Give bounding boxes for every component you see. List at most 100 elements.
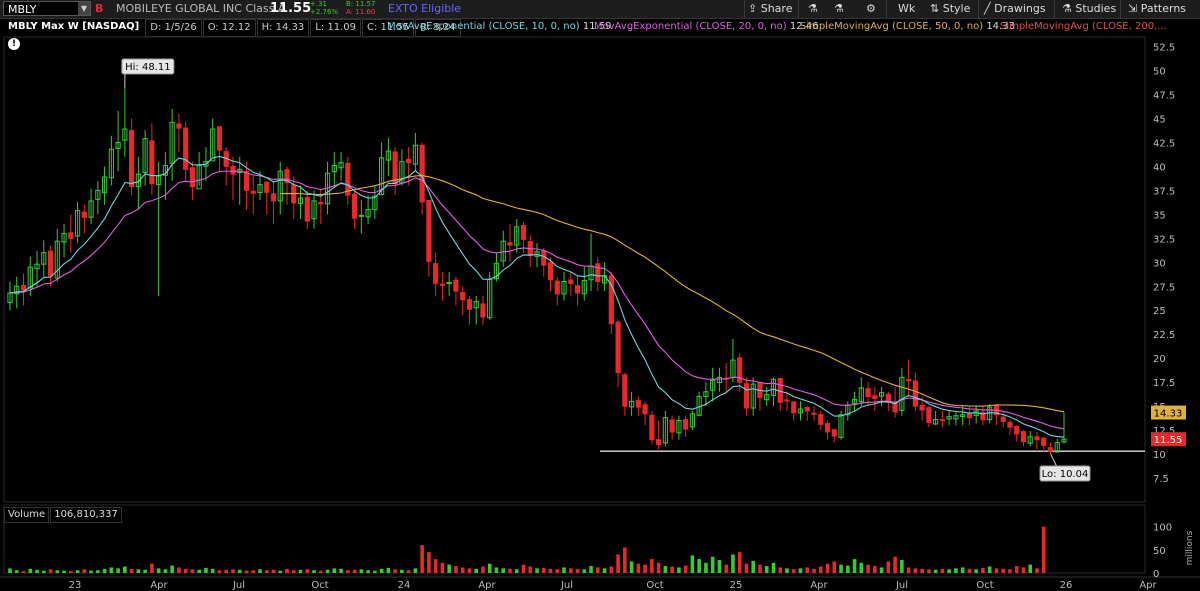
volume-bar xyxy=(717,560,722,573)
volume-bar xyxy=(886,561,891,573)
volume-bar xyxy=(494,567,499,573)
price-tick-label: 10 xyxy=(1153,450,1166,461)
volume-bar xyxy=(1035,568,1039,573)
volume-bar xyxy=(69,571,73,573)
volume-bar xyxy=(967,568,972,573)
volume-bar xyxy=(393,569,397,573)
volume-bar xyxy=(879,567,884,573)
candle-body xyxy=(149,140,155,185)
volume-bar xyxy=(1008,569,1012,573)
time-tick-label: Jul xyxy=(560,580,573,591)
volume-bar xyxy=(460,567,465,573)
candle-body xyxy=(906,379,912,382)
candle-body xyxy=(264,181,270,193)
candle-body xyxy=(358,214,364,217)
volume-bar xyxy=(359,569,364,573)
price-tick-label: 22.5 xyxy=(1153,330,1175,341)
volume-bar xyxy=(339,568,343,573)
volume-bar xyxy=(778,567,783,573)
time-tick-label: 24 xyxy=(398,580,411,591)
volume-bar xyxy=(825,563,830,573)
candle-body xyxy=(547,262,554,281)
volume-bar xyxy=(1028,564,1033,573)
volume-bar xyxy=(960,567,965,573)
candle-body xyxy=(541,250,547,266)
candle-body xyxy=(926,407,932,423)
volume-bar xyxy=(636,563,641,573)
candle-body xyxy=(622,374,628,407)
volume-bar xyxy=(217,570,222,573)
volume-bar xyxy=(913,568,918,573)
volume-bar xyxy=(427,552,431,573)
volume-bar xyxy=(210,568,215,573)
price-tick-label: 52.5 xyxy=(1153,43,1175,54)
volume-bar xyxy=(8,568,12,573)
volume-bar xyxy=(190,569,195,573)
volume-bar xyxy=(305,569,310,573)
volume-bar xyxy=(548,568,553,573)
volume-bar xyxy=(947,569,951,573)
volume-bar xyxy=(845,565,850,573)
candle-body xyxy=(392,151,398,185)
price-tick-label: 50 xyxy=(1153,67,1166,78)
candle-body xyxy=(831,429,837,437)
price-tick-label: 32.5 xyxy=(1153,234,1175,245)
candle-body xyxy=(433,263,439,284)
volume-bar xyxy=(231,569,235,573)
volume-bar xyxy=(89,570,93,573)
volume-unit-label: millions xyxy=(1185,530,1195,565)
volume-bar xyxy=(582,569,587,573)
volume-bar xyxy=(325,569,330,573)
candle-body xyxy=(426,199,432,262)
volume-bar xyxy=(906,567,911,573)
price-tick-label: 25 xyxy=(1153,306,1166,317)
volume-bar xyxy=(690,555,695,573)
volume-bar xyxy=(589,566,593,573)
volume-bar xyxy=(1014,566,1019,573)
volume-bar xyxy=(839,564,843,573)
volume-bar xyxy=(974,569,978,573)
time-tick-label: Apr xyxy=(150,580,168,591)
time-tick-label: Jul xyxy=(232,580,245,591)
candle-body xyxy=(47,250,54,277)
volume-bar xyxy=(487,563,492,573)
candle-body xyxy=(574,285,581,294)
candle-body xyxy=(250,190,256,194)
volume-bar xyxy=(994,568,999,573)
volume-bar xyxy=(670,566,674,573)
volume-bar xyxy=(400,569,404,573)
volume-bar xyxy=(859,562,864,573)
volume-bar xyxy=(123,566,127,573)
volume-bar xyxy=(291,570,296,573)
price-chart[interactable]: 52.5 50 47.5 45 42.5 40 37.5 35 32.5 30 27.5 25 22.5… xyxy=(0,0,1200,591)
candle-body xyxy=(615,321,621,374)
volume-bar xyxy=(893,556,897,573)
candle-body xyxy=(230,165,236,175)
volume-bar xyxy=(413,568,418,573)
candle-body xyxy=(642,404,648,415)
sma50-price-text: 14.33 xyxy=(1154,409,1183,420)
volume-bar xyxy=(258,569,262,573)
price-tick-label: 37.5 xyxy=(1153,186,1175,197)
volume-bar xyxy=(136,569,141,573)
volume-bar xyxy=(751,560,756,573)
volume-bar xyxy=(251,570,256,573)
volume-bar xyxy=(683,565,688,573)
candle-body xyxy=(406,158,412,164)
volume-bar xyxy=(156,568,161,573)
candle-body xyxy=(216,126,223,151)
volume-bar xyxy=(197,569,201,573)
volume-bar xyxy=(177,567,181,573)
candle-body xyxy=(129,130,135,188)
volume-bar xyxy=(102,568,107,573)
volume-bar xyxy=(1041,526,1046,573)
volume-bar xyxy=(129,568,134,573)
volume-bar xyxy=(704,562,708,573)
time-tick-label: Apr xyxy=(810,580,828,591)
volume-bar xyxy=(873,566,877,573)
candle-body xyxy=(453,279,459,292)
volume-bar xyxy=(109,567,114,573)
ema20-line xyxy=(9,170,1065,430)
volume-bar xyxy=(244,570,249,573)
low-label: Lo: 10.04 xyxy=(1042,469,1089,480)
